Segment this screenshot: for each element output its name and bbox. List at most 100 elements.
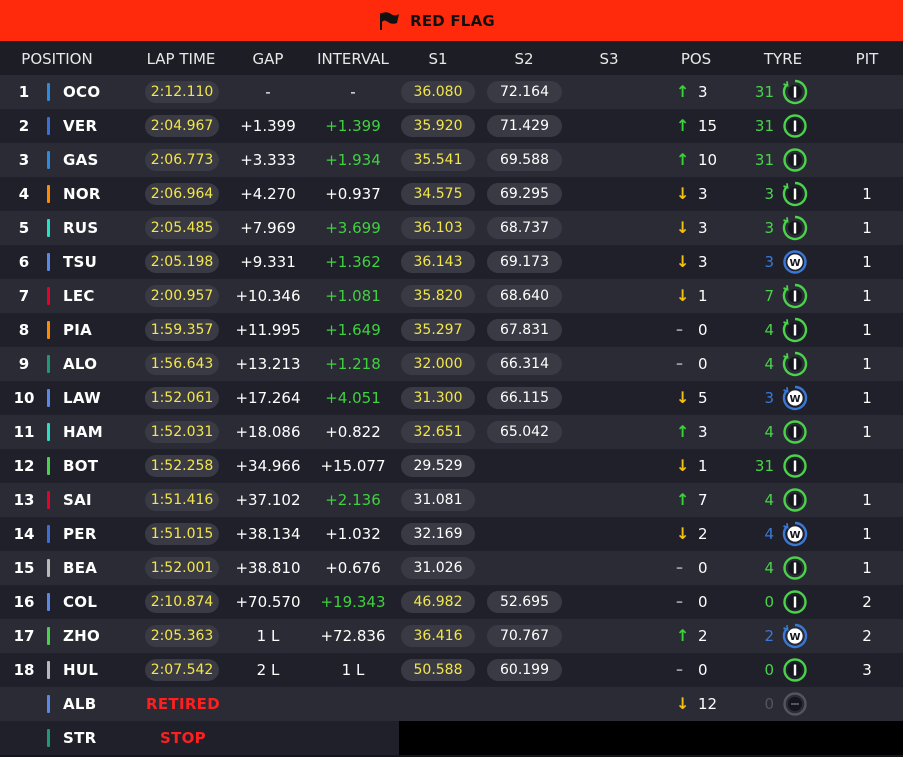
table-row[interactable]: 7 LEC 2:00.957 +10.346 +1.081 35.820 68.640 ↓ 1 7… (0, 279, 903, 313)
table-row[interactable]: 11 HAM 1:52.031 +18.086 +0.822 32.651 65.042 ↑ 3… (0, 415, 903, 449)
header-interval[interactable]: INTERVAL (312, 50, 394, 68)
tyre-laps: 0 (764, 661, 774, 679)
intermediate-tyre-icon (783, 556, 807, 580)
header-lap-time[interactable]: LAP TIME (142, 50, 220, 68)
driver-code[interactable]: ALO (63, 347, 97, 381)
driver-code[interactable]: PER (63, 517, 97, 551)
table-row[interactable]: 3 GAS 2:06.773 +3.333 +1.934 35.541 69.588 ↑ 10 3… (0, 143, 903, 177)
driver-code[interactable]: COL (63, 585, 97, 619)
driver-code[interactable]: STR (63, 721, 97, 755)
position-change: 0 (698, 593, 708, 611)
driver-code[interactable]: SAI (63, 483, 92, 517)
driver-code[interactable]: ALB (63, 687, 97, 721)
position-change: 0 (698, 559, 708, 577)
driver-code[interactable]: BEA (63, 551, 97, 585)
gap-value: +37.102 (235, 491, 301, 509)
header-pit[interactable]: PIT (846, 50, 888, 68)
driver-code[interactable]: VER (63, 109, 97, 143)
driver-code[interactable]: TSU (63, 245, 97, 279)
table-row[interactable]: 5 RUS 2:05.485 +7.969 +3.699 36.103 68.737 ↓ 3 3 1 (0, 211, 903, 245)
arrow-up-icon: ↑ (676, 82, 690, 101)
header-s3[interactable]: S3 (585, 50, 633, 68)
pit-count: 1 (862, 559, 872, 577)
header-tyre[interactable]: TYRE (757, 50, 809, 68)
team-color-bar (47, 355, 50, 373)
flag-icon (380, 11, 400, 30)
driver-code[interactable]: RUS (63, 211, 98, 245)
position-number: 15 (13, 559, 35, 577)
team-color-bar (47, 423, 50, 441)
table-row[interactable]: STR STOP (0, 721, 903, 755)
driver-code[interactable]: NOR (63, 177, 101, 211)
wet-tyre-icon: W (782, 623, 808, 649)
position-number (6, 721, 42, 755)
arrow-down-icon: ↓ (676, 694, 690, 713)
table-row[interactable]: 12 BOT 1:52.258 +34.966 +15.077 29.529 ↓ 1 31 (0, 449, 903, 483)
sector2-time: 69.588 (487, 149, 562, 171)
driver-code[interactable]: HAM (63, 415, 103, 449)
header-s1[interactable]: S1 (414, 50, 462, 68)
driver-code[interactable]: ZHO (63, 619, 100, 653)
position-number: 12 (13, 457, 35, 475)
gap-value: +10.346 (235, 287, 301, 305)
intermediate-tyre-icon (782, 283, 808, 309)
table-row[interactable]: 15 BEA 1:52.001 +38.810 +0.676 31.026 –0 4 1 (0, 551, 903, 585)
header-position[interactable]: POSITION (14, 50, 100, 68)
interval-value: +0.822 (325, 423, 381, 441)
empty-tyre-icon (783, 692, 807, 716)
table-row[interactable]: 16 COL 2:10.874 +70.570 +19.343 46.982 52.695 –… (0, 585, 903, 619)
sector1-time: 35.541 (401, 149, 475, 171)
lap-time: 1:52.061 (145, 387, 219, 409)
position-change: 0 (698, 661, 708, 679)
sector1-time: 31.300 (401, 387, 475, 409)
table-row[interactable]: 4 NOR 2:06.964 +4.270 +0.937 34.575 69.295 ↓ 3 3 1 (0, 177, 903, 211)
arrow-up-icon: ↑ (676, 626, 690, 645)
position-number: 3 (18, 151, 30, 169)
driver-code[interactable]: LAW (63, 381, 101, 415)
interval-value: +1.934 (325, 151, 381, 169)
sector1-time: 35.820 (401, 285, 475, 307)
team-color-bar (47, 457, 50, 475)
pit-count: 1 (862, 491, 872, 509)
sector2-time: 67.831 (487, 319, 562, 341)
header-s2[interactable]: S2 (500, 50, 548, 68)
table-row[interactable]: 6 TSU 2:05.198 +9.331 +1.362 36.143 69.173 ↓ 3 3 W… (0, 245, 903, 279)
table-row[interactable]: ALB RETIRED ↓ 12 0 (0, 687, 903, 721)
driver-code[interactable]: GAS (63, 143, 99, 177)
table-row[interactable]: 17 ZHO 2:05.363 1 L +72.836 36.416 70.767 ↑ 2 2 W 2 (0, 619, 903, 653)
sector2-time: 60.199 (487, 659, 562, 681)
sector2-time: 69.173 (487, 251, 562, 273)
pit-count (850, 687, 884, 721)
driver-code[interactable]: OCO (63, 75, 100, 109)
driver-code[interactable]: PIA (63, 313, 92, 347)
header-gap[interactable]: GAP (238, 50, 298, 68)
tyre-laps: 31 (754, 117, 774, 135)
header-pos[interactable]: POS (672, 50, 720, 68)
empty-area (399, 721, 903, 755)
position-change: 3 (698, 253, 708, 271)
table-row[interactable]: 2 VER 2:04.967 +1.399 +1.399 35.920 71.429 ↑ 15 3… (0, 109, 903, 143)
table-row[interactable]: 13 SAI 1:51.416 +37.102 +2.136 31.081 ↑ 7 4 1 (0, 483, 903, 517)
team-color-bar (47, 117, 50, 135)
table-row[interactable]: 10 LAW 1:52.061 +17.264 +4.051 31.300 66.115 ↓ 5… (0, 381, 903, 415)
position-number: 4 (18, 185, 30, 203)
interval-value: +15.077 (320, 457, 386, 475)
driver-code[interactable]: BOT (63, 449, 98, 483)
intermediate-tyre-icon (782, 351, 808, 377)
position-change: 0 (698, 321, 708, 339)
table-row[interactable]: 14 PER 1:51.015 +38.134 +1.032 32.169 ↓ 2 4 W 1 (0, 517, 903, 551)
table-row[interactable]: 1 OCO 2:12.110 - - 36.080 72.164 ↑ 3 31 (0, 75, 903, 109)
table-row[interactable]: 18 HUL 2:07.542 2 L1 L 50.588 60.199–0 0 3 (0, 653, 903, 687)
no-change-icon: – (676, 594, 683, 610)
gap-value: +17.264 (235, 389, 301, 407)
position-number: 8 (18, 321, 30, 339)
lap-time: 2:05.485 (145, 217, 219, 239)
arrow-down-icon: ↓ (676, 524, 690, 543)
driver-code[interactable]: LEC (63, 279, 95, 313)
table-row[interactable]: 8 PIA 1:59.357 +11.995 +1.649 35.297 67.831 –0 4… (0, 313, 903, 347)
driver-code[interactable]: HUL (63, 653, 98, 687)
driver-status: STOP (160, 729, 206, 747)
tyre-laps: 0 (764, 695, 774, 713)
table-row[interactable]: 9 ALO 1:56.643 +13.213 +1.218 32.000 66.314 –0 4… (0, 347, 903, 381)
tyre-laps: 4 (764, 525, 774, 543)
